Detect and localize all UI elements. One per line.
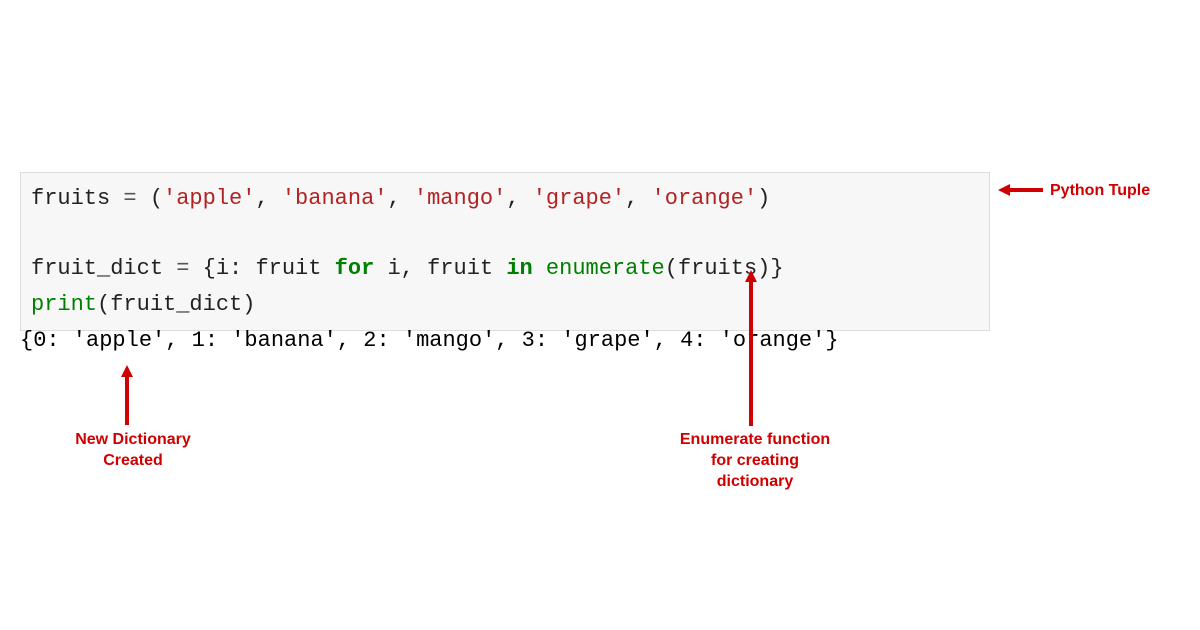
annotation-text-line: dictionary (670, 472, 840, 493)
code-token: in (506, 256, 532, 281)
code-token: ) (757, 186, 770, 211)
code-token: ( (150, 186, 163, 211)
annotation-text: Python Tuple (1050, 182, 1150, 199)
code-token: 'apple' (163, 186, 255, 211)
code-token: 'orange' (652, 186, 758, 211)
code-line-1: fruits = ('apple', 'banana', 'mango', 'g… (31, 181, 979, 216)
code-line-4: print(fruit_dict) (31, 287, 979, 322)
annotation-text-line: for creating (670, 451, 840, 472)
code-line-blank (31, 216, 979, 251)
code-token: i, fruit (374, 256, 506, 281)
code-token: 'banana' (282, 186, 388, 211)
code-line-3: fruit_dict = {i: fruit for i, fruit in e… (31, 251, 979, 286)
code-token: , (625, 186, 651, 211)
code-token: (fruits)} (665, 256, 784, 281)
code-token: = (163, 256, 203, 281)
code-token: for (335, 256, 375, 281)
code-token (533, 256, 546, 281)
output-text: {0: 'apple', 1: 'banana', 2: 'mango', 3:… (20, 328, 839, 353)
annotation-text-line: New Dictionary (68, 430, 198, 451)
code-token: , (255, 186, 281, 211)
code-token: fruits (31, 186, 110, 211)
annotation-tuple: Python Tuple (1050, 181, 1150, 202)
code-token: , (506, 186, 532, 211)
annotation-text-line: Enumerate function (670, 430, 840, 451)
code-token: , (387, 186, 413, 211)
code-token: 'mango' (414, 186, 506, 211)
annotation-dict-created: New Dictionary Created (68, 430, 198, 472)
code-token: enumerate (546, 256, 665, 281)
code-token: 'grape' (533, 186, 625, 211)
annotation-text-line: Created (68, 451, 198, 472)
code-token: (fruit_dict) (97, 292, 255, 317)
code-block: fruits = ('apple', 'banana', 'mango', 'g… (20, 172, 990, 331)
code-token: fruit_dict (31, 256, 163, 281)
code-token: print (31, 292, 97, 317)
code-token: = (110, 186, 150, 211)
code-token: {i: fruit (203, 256, 335, 281)
annotation-enumerate: Enumerate function for creating dictiona… (670, 430, 840, 492)
